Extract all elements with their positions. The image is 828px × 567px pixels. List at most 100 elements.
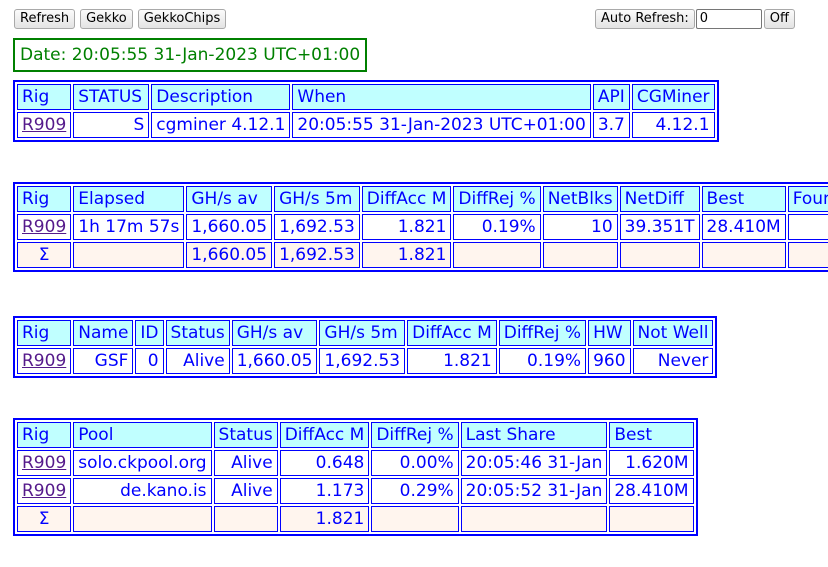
ghs-av-total: 1,660.05 <box>186 242 273 268</box>
sigma-cell: Σ <box>17 506 72 532</box>
ghs-5m-cell: 1,692.53 <box>319 348 406 374</box>
netdiff-cell: 39.351T <box>619 214 700 240</box>
description-cell: cgminer 4.12.1 <box>151 112 291 138</box>
table-header-row: Rig Name ID Status GH/s av GH/s 5m DiffA… <box>17 320 714 346</box>
col-header-ghs-av: GH/s av <box>231 320 318 346</box>
off-button[interactable]: Off <box>763 9 795 29</box>
table-header-row: Rig STATUS Description When API CGMiner <box>17 84 715 110</box>
id-cell: 0 <box>135 348 164 374</box>
empty-cell <box>73 506 212 532</box>
status-cell: Alive <box>213 450 278 476</box>
diffrej-cell: 0.19% <box>498 348 587 374</box>
empty-cell <box>701 242 786 268</box>
col-header-when: When <box>292 84 591 110</box>
col-header-ghs-av: GH/s av <box>186 186 273 212</box>
rig-link[interactable]: R909 <box>22 453 66 473</box>
status-cell: Alive <box>165 348 230 374</box>
name-cell: GSF <box>73 348 134 374</box>
col-header-diffrej: DiffRej % <box>498 320 587 346</box>
rig-cell: R909 <box>17 450 72 476</box>
col-header-hw: HW <box>588 320 631 346</box>
col-header-rig: Rig <box>17 84 72 110</box>
col-header-rig: Rig <box>17 320 72 346</box>
empty-cell <box>453 242 541 268</box>
col-header-cgminer: CGMiner <box>631 84 715 110</box>
col-header-rig: Rig <box>17 422 72 448</box>
diffrej-cell: 0.00% <box>371 450 459 476</box>
col-header-description: Description <box>151 84 291 110</box>
empty-cell <box>73 242 185 268</box>
ghs-5m-cell: 1,692.53 <box>274 214 360 240</box>
col-header-api: API <box>592 84 630 110</box>
col-header-status: Status <box>165 320 230 346</box>
best-cell: 28.410M <box>609 478 694 504</box>
col-header-diffacc: DiffAcc M <box>361 186 452 212</box>
auto-refresh-group: Auto Refresh: 0 Off <box>595 9 795 29</box>
gekko-button[interactable]: Gekko <box>80 9 133 29</box>
auto-refresh-button[interactable]: Auto Refresh: <box>595 9 695 29</box>
toolbar: Refresh Gekko GekkoChips <box>14 9 231 29</box>
col-header-name: Name <box>73 320 134 346</box>
total-row: Σ 1.821 <box>17 506 694 532</box>
gekkochips-button[interactable]: GekkoChips <box>137 9 227 29</box>
table-row: R909 de.kano.is Alive 1.173 0.29% 20:05:… <box>17 478 694 504</box>
devs-table: Rig Name ID Status GH/s av GH/s 5m DiffA… <box>13 316 718 378</box>
status-cell: S <box>73 112 150 138</box>
col-header-last-share: Last Share <box>460 422 608 448</box>
rig-link[interactable]: R909 <box>22 481 66 501</box>
ghs-av-cell: 1,660.05 <box>186 214 273 240</box>
notwell-cell: Never <box>632 348 714 374</box>
stats-table: Rig Elapsed GH/s av GH/s 5m DiffAcc M Di… <box>13 182 828 272</box>
netblks-cell: 10 <box>542 214 618 240</box>
status-cell: Alive <box>213 478 278 504</box>
last-share-cell: 20:05:52 31-Jan <box>460 478 608 504</box>
diffrej-cell: 0.19% <box>453 214 541 240</box>
col-header-diffacc: DiffAcc M <box>407 320 497 346</box>
col-header-pool: Pool <box>73 422 212 448</box>
rig-cell: R909 <box>17 112 72 138</box>
empty-cell <box>542 242 618 268</box>
date-display: Date: 20:05:55 31-Jan-2023 UTC+01:00 <box>13 38 368 72</box>
found-cell: 0 <box>787 214 828 240</box>
col-header-status: Status <box>213 422 278 448</box>
rig-link[interactable]: R909 <box>22 351 66 371</box>
rig-link[interactable]: R909 <box>22 115 66 135</box>
col-header-netblks: NetBlks <box>542 186 618 212</box>
when-cell: 20:05:55 31-Jan-2023 UTC+01:00 <box>292 112 591 138</box>
col-header-notwell: Not Well <box>632 320 714 346</box>
empty-cell <box>787 242 828 268</box>
empty-cell <box>213 506 278 532</box>
col-header-found: Found <box>787 186 828 212</box>
pool-cell: de.kano.is <box>73 478 212 504</box>
diffacc-cell: 1.821 <box>407 348 497 374</box>
empty-cell <box>609 506 694 532</box>
col-header-ghs-5m: GH/s 5m <box>319 320 406 346</box>
rig-link[interactable]: R909 <box>22 217 66 237</box>
cgminer-cell: 4.12.1 <box>631 112 715 138</box>
table-row: R909 GSF 0 Alive 1,660.05 1,692.53 1.821… <box>17 348 714 374</box>
col-header-diffrej: DiffRej % <box>371 422 459 448</box>
empty-cell <box>460 506 608 532</box>
col-header-best: Best <box>701 186 786 212</box>
table-header-row: Rig Pool Status DiffAcc M DiffRej % Last… <box>17 422 694 448</box>
col-header-rig: Rig <box>17 186 72 212</box>
col-header-status: STATUS <box>73 84 150 110</box>
col-header-netdiff: NetDiff <box>619 186 700 212</box>
diffacc-total: 1.821 <box>361 242 452 268</box>
auto-refresh-input[interactable]: 0 <box>695 9 762 29</box>
empty-cell <box>619 242 700 268</box>
rig-cell: R909 <box>17 478 72 504</box>
summary-table: Rig STATUS Description When API CGMiner … <box>13 80 719 142</box>
best-cell: 28.410M <box>701 214 786 240</box>
hw-cell: 960 <box>588 348 631 374</box>
col-header-diffacc: DiffAcc M <box>279 422 370 448</box>
api-cell: 3.7 <box>592 112 630 138</box>
table-row: R909 solo.ckpool.org Alive 0.648 0.00% 2… <box>17 450 694 476</box>
diffacc-cell: 0.648 <box>279 450 370 476</box>
table-row: R909 S cgminer 4.12.1 20:05:55 31-Jan-20… <box>17 112 715 138</box>
col-header-elapsed: Elapsed <box>73 186 185 212</box>
diffacc-total: 1.821 <box>279 506 370 532</box>
diffacc-cell: 1.173 <box>279 478 370 504</box>
sigma-cell: Σ <box>17 242 72 268</box>
refresh-button[interactable]: Refresh <box>14 9 76 29</box>
